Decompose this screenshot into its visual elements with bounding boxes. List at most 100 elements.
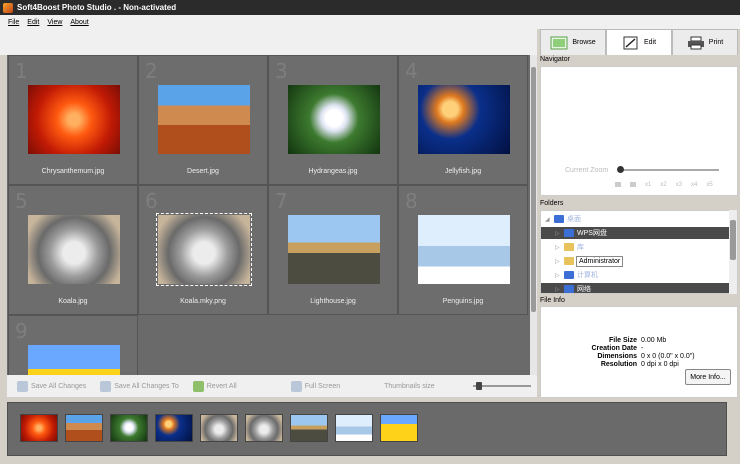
thumbnail-index: 7 [275,189,288,213]
thumbnail-cell[interactable]: 9 [8,315,138,375]
filmstrip-item[interactable] [290,414,328,442]
more-info-button[interactable]: More Info... [685,369,731,385]
thumbnail-index: 2 [145,59,158,83]
thumbnail-image[interactable] [28,215,120,284]
full-screen-button[interactable]: Full Screen [290,380,341,392]
thumbnail-cell[interactable]: 3 Hydrangeas.jpg [268,55,398,185]
menu-edit[interactable]: Edit [27,19,39,26]
thumbnail-index: 9 [15,319,28,343]
menu-about[interactable]: About [70,19,88,26]
thumbnail-scrollbar[interactable] [530,55,537,375]
thumbnail-cell[interactable]: 8 Penguins.jpg [398,185,528,315]
fit-icon[interactable] [615,182,621,187]
cloud-drive-icon [564,229,574,237]
expand-arrow-icon[interactable]: ▷ [555,244,561,251]
tab-print[interactable]: Print [672,29,738,55]
folder-item[interactable]: ▷ 库 [541,241,729,253]
folder-label: 库 [577,244,584,251]
zoom-slider-knob[interactable] [617,166,624,173]
thumbnail-grid: 1 Chrysanthemum.jpg 2 Desert.jpg 3 Hydrangeas… [8,55,528,375]
resolution-value: 0 dpi x 0 dpi [641,361,679,368]
tab-browse-label: Browse [572,39,596,46]
filmstrip-item[interactable] [335,414,373,442]
folder-item[interactable]: ◢ 桌面 [541,213,729,225]
thumbnail-cell[interactable]: 4 Jellyfish.jpg [398,55,528,185]
folder-item[interactable]: ▷ Administrator [541,255,729,267]
slider-knob[interactable] [476,382,482,390]
thumbnail-caption: Desert.jpg [187,168,219,175]
expand-arrow-icon[interactable]: ▷ [555,230,561,237]
thumbnail-image[interactable] [28,85,120,154]
filmstrip-item[interactable] [200,414,238,442]
full-screen-label: Full Screen [304,382,341,390]
folder-item[interactable]: ▷ 计算机 [541,269,729,281]
file-size-value: 0.00 Mb [641,337,667,344]
thumbnail-index: 4 [405,59,418,83]
thumbnail-image[interactable] [418,215,510,284]
tab-print-label: Print [708,39,724,46]
thumbnail-image[interactable] [418,85,510,154]
library-icon [564,243,574,251]
thumbnail-image[interactable] [288,85,380,154]
edit-icon [623,36,638,49]
menu-view[interactable]: View [47,19,62,26]
tab-browse[interactable]: Browse [540,29,606,55]
desktop-icon [554,215,564,223]
zoom-x4[interactable]: x4 [691,182,697,188]
save-all-button[interactable]: Save All Changes [17,380,86,392]
computer-icon [564,271,574,279]
browse-icon [550,36,568,49]
expand-arrow-icon[interactable]: ▷ [555,286,561,293]
folder-item[interactable]: ▷ 网络 [541,283,729,293]
expand-arrow-icon[interactable]: ◢ [545,216,551,223]
zoom-x2[interactable]: x2 [660,182,666,188]
zoom-x3[interactable]: x3 [676,182,682,188]
actual-size-icon[interactable] [630,182,636,187]
expand-arrow-icon[interactable]: ▷ [555,258,561,265]
thumbnail-image[interactable] [158,85,250,154]
tab-edit-label: Edit [643,39,657,46]
thumbnails-size-slider[interactable] [473,382,531,390]
zoom-buttons: x1 x2 x3 x4 x5 [615,182,713,188]
thumbnail-caption: Chrysanthemum.jpg [41,168,105,175]
thumbnail-cell[interactable]: 6 Koala.mky.png [138,185,268,315]
zoom-slider[interactable] [617,166,719,173]
filmstrip-item[interactable] [245,414,283,442]
zoom-x5[interactable]: x5 [706,182,712,188]
save-all-to-button[interactable]: Save All Changes To [100,380,179,392]
folder-label: 网络 [577,286,591,293]
filmstrip-item[interactable] [65,414,103,442]
revert-arrow-icon [192,380,204,392]
folder-label: 计算机 [577,272,598,279]
thumbnail-image[interactable] [288,215,380,284]
thumbnail-image[interactable] [156,213,252,286]
file-info-panel: File Size 0.00 Mb Creation Date - Dimens… [540,306,738,398]
thumbnail-cell[interactable]: 2 Desert.jpg [138,55,268,185]
filmstrip-item[interactable] [380,414,418,442]
folders-tree: ◢桌面▷WPS网盘▷库▷Administrator▷计算机▷网络 [540,210,738,294]
tab-edit[interactable]: Edit [606,29,672,55]
current-zoom-label: Current Zoom [565,167,609,174]
scrollbar-thumb[interactable] [531,67,536,312]
thumbnail-cell[interactable]: 5 Koala.jpg [8,185,138,315]
zoom-x1[interactable]: x1 [645,182,651,188]
thumbnail-caption: Hydrangeas.jpg [308,168,358,175]
folders-scrollbar[interactable] [729,210,737,294]
filmstrip-item[interactable] [110,414,148,442]
full-screen-icon [290,380,302,392]
thumbnail-caption: Jellyfish.jpg [444,168,482,175]
save-all-to-label: Save All Changes To [114,382,179,390]
expand-arrow-icon[interactable]: ▷ [555,272,561,279]
filmstrip-item[interactable] [20,414,58,442]
thumbnail-cell[interactable]: 7 Lighthouse.jpg [268,185,398,315]
thumbnail-cell[interactable]: 1 Chrysanthemum.jpg [8,55,138,185]
folder-item[interactable]: ▷ WPS网盘 [541,227,729,239]
folders-scrollbar-thumb[interactable] [730,220,736,260]
thumbnail-index: 8 [405,189,418,213]
thumbnail-image[interactable] [28,345,120,375]
revert-all-button[interactable]: Revert All [192,380,237,392]
menu-file[interactable]: File [8,19,19,26]
thumbnail-caption: Penguins.jpg [442,298,484,305]
filmstrip-item[interactable] [155,414,193,442]
creation-date-value: - [641,345,644,352]
